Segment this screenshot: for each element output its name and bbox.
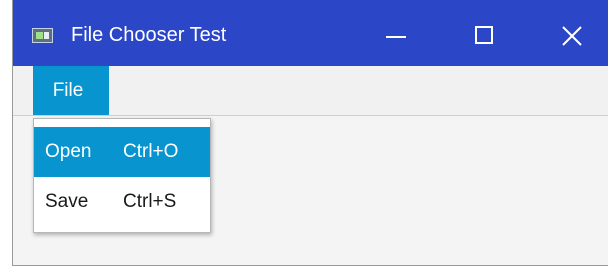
menu-item-save-label: Save	[45, 191, 89, 212]
maximize-button[interactable]	[439, 0, 531, 66]
menu-file[interactable]: File	[33, 66, 109, 115]
close-button[interactable]	[527, 0, 608, 66]
menu-bar: File	[13, 66, 608, 116]
minimize-icon	[386, 36, 406, 38]
application-icon	[32, 28, 53, 43]
menu-item-open-shortcut: Ctrl+O	[123, 141, 179, 162]
close-icon	[562, 26, 582, 46]
menu-item-open[interactable]: Open Ctrl+O	[34, 127, 210, 177]
application-icon-detail	[44, 32, 49, 39]
application-window: File Chooser Test File Open Ctrl+O Save …	[12, 0, 608, 266]
menu-item-save[interactable]: Save Ctrl+S	[34, 177, 210, 227]
menu-item-open-label: Open	[45, 141, 92, 162]
application-icon-panel	[36, 32, 43, 39]
maximize-icon	[475, 26, 493, 44]
menu-item-save-shortcut: Ctrl+S	[123, 191, 177, 212]
window-title: File Chooser Test	[71, 24, 227, 46]
file-menu-dropdown: Open Ctrl+O Save Ctrl+S	[33, 118, 211, 233]
title-bar[interactable]: File Chooser Test	[13, 0, 608, 66]
minimize-button[interactable]	[351, 0, 443, 66]
